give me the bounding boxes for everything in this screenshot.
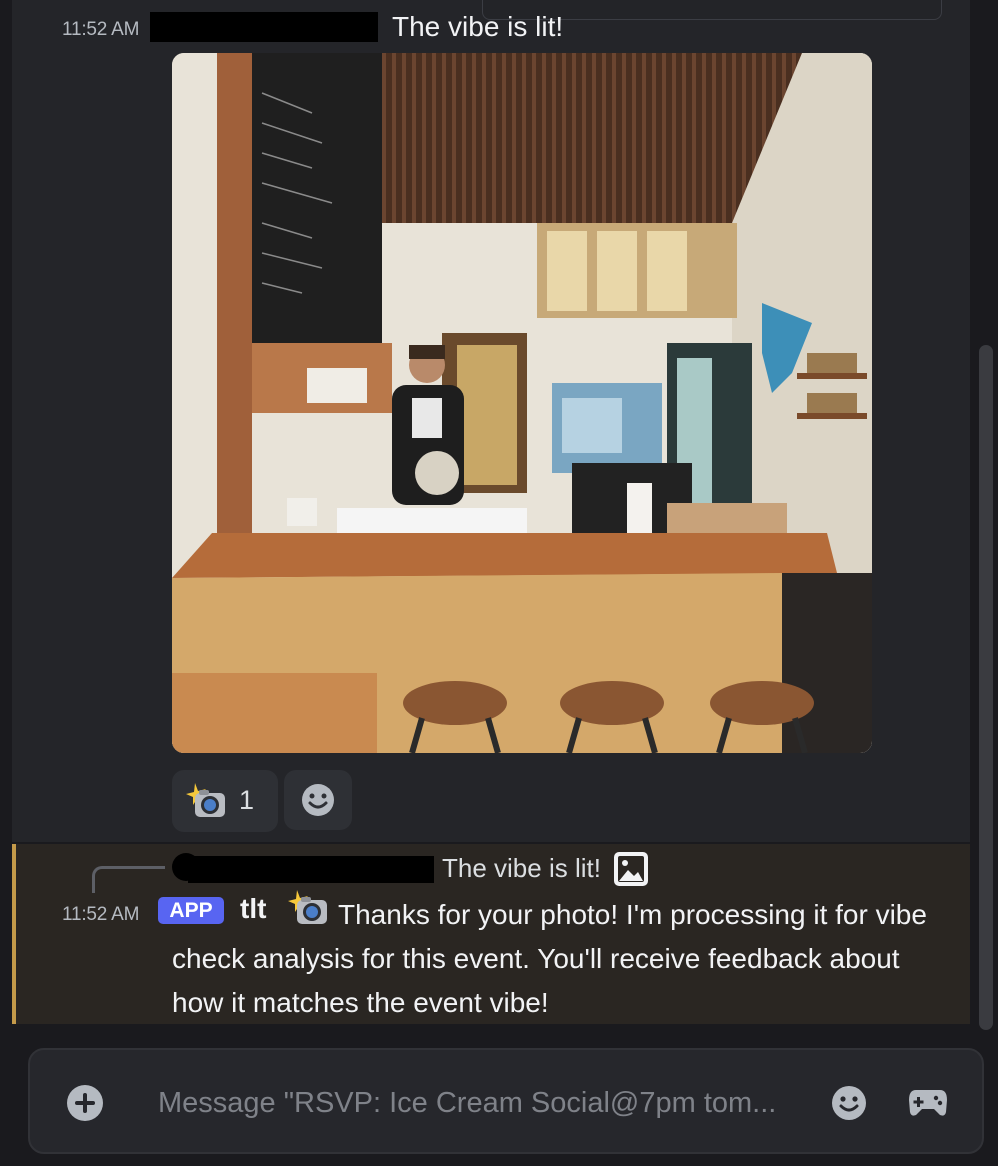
reaction-count: 1 bbox=[239, 785, 255, 815]
add-reaction-smiley-icon bbox=[302, 784, 334, 816]
bot-message-text: Thanks for your photo! I'm processing it… bbox=[172, 899, 927, 1018]
redacted-reply-username bbox=[188, 856, 434, 883]
message-composer bbox=[28, 1048, 984, 1154]
redacted-username bbox=[150, 12, 378, 42]
message-text: The vibe is lit! bbox=[392, 11, 564, 42]
coffee-shop-photo bbox=[172, 53, 872, 753]
gamepad-icon[interactable] bbox=[908, 1084, 948, 1125]
smiley-icon[interactable] bbox=[830, 1084, 868, 1127]
plus-circle-icon[interactable] bbox=[66, 1084, 104, 1127]
image-icon bbox=[613, 851, 649, 892]
scrollbar-thumb[interactable] bbox=[979, 345, 993, 1030]
reply-preview-text[interactable]: The vibe is lit! bbox=[442, 853, 601, 884]
message-photo[interactable] bbox=[172, 53, 872, 753]
message-timestamp: 11:52 AM bbox=[62, 19, 140, 40]
reaction-button[interactable]: 1 bbox=[172, 770, 278, 832]
add-reaction-button[interactable] bbox=[284, 770, 352, 830]
camera-flash-icon bbox=[185, 781, 227, 826]
message-input[interactable] bbox=[156, 1080, 800, 1126]
reply-connector bbox=[92, 866, 165, 893]
bot-message-timestamp: 11:52 AM bbox=[62, 904, 140, 925]
